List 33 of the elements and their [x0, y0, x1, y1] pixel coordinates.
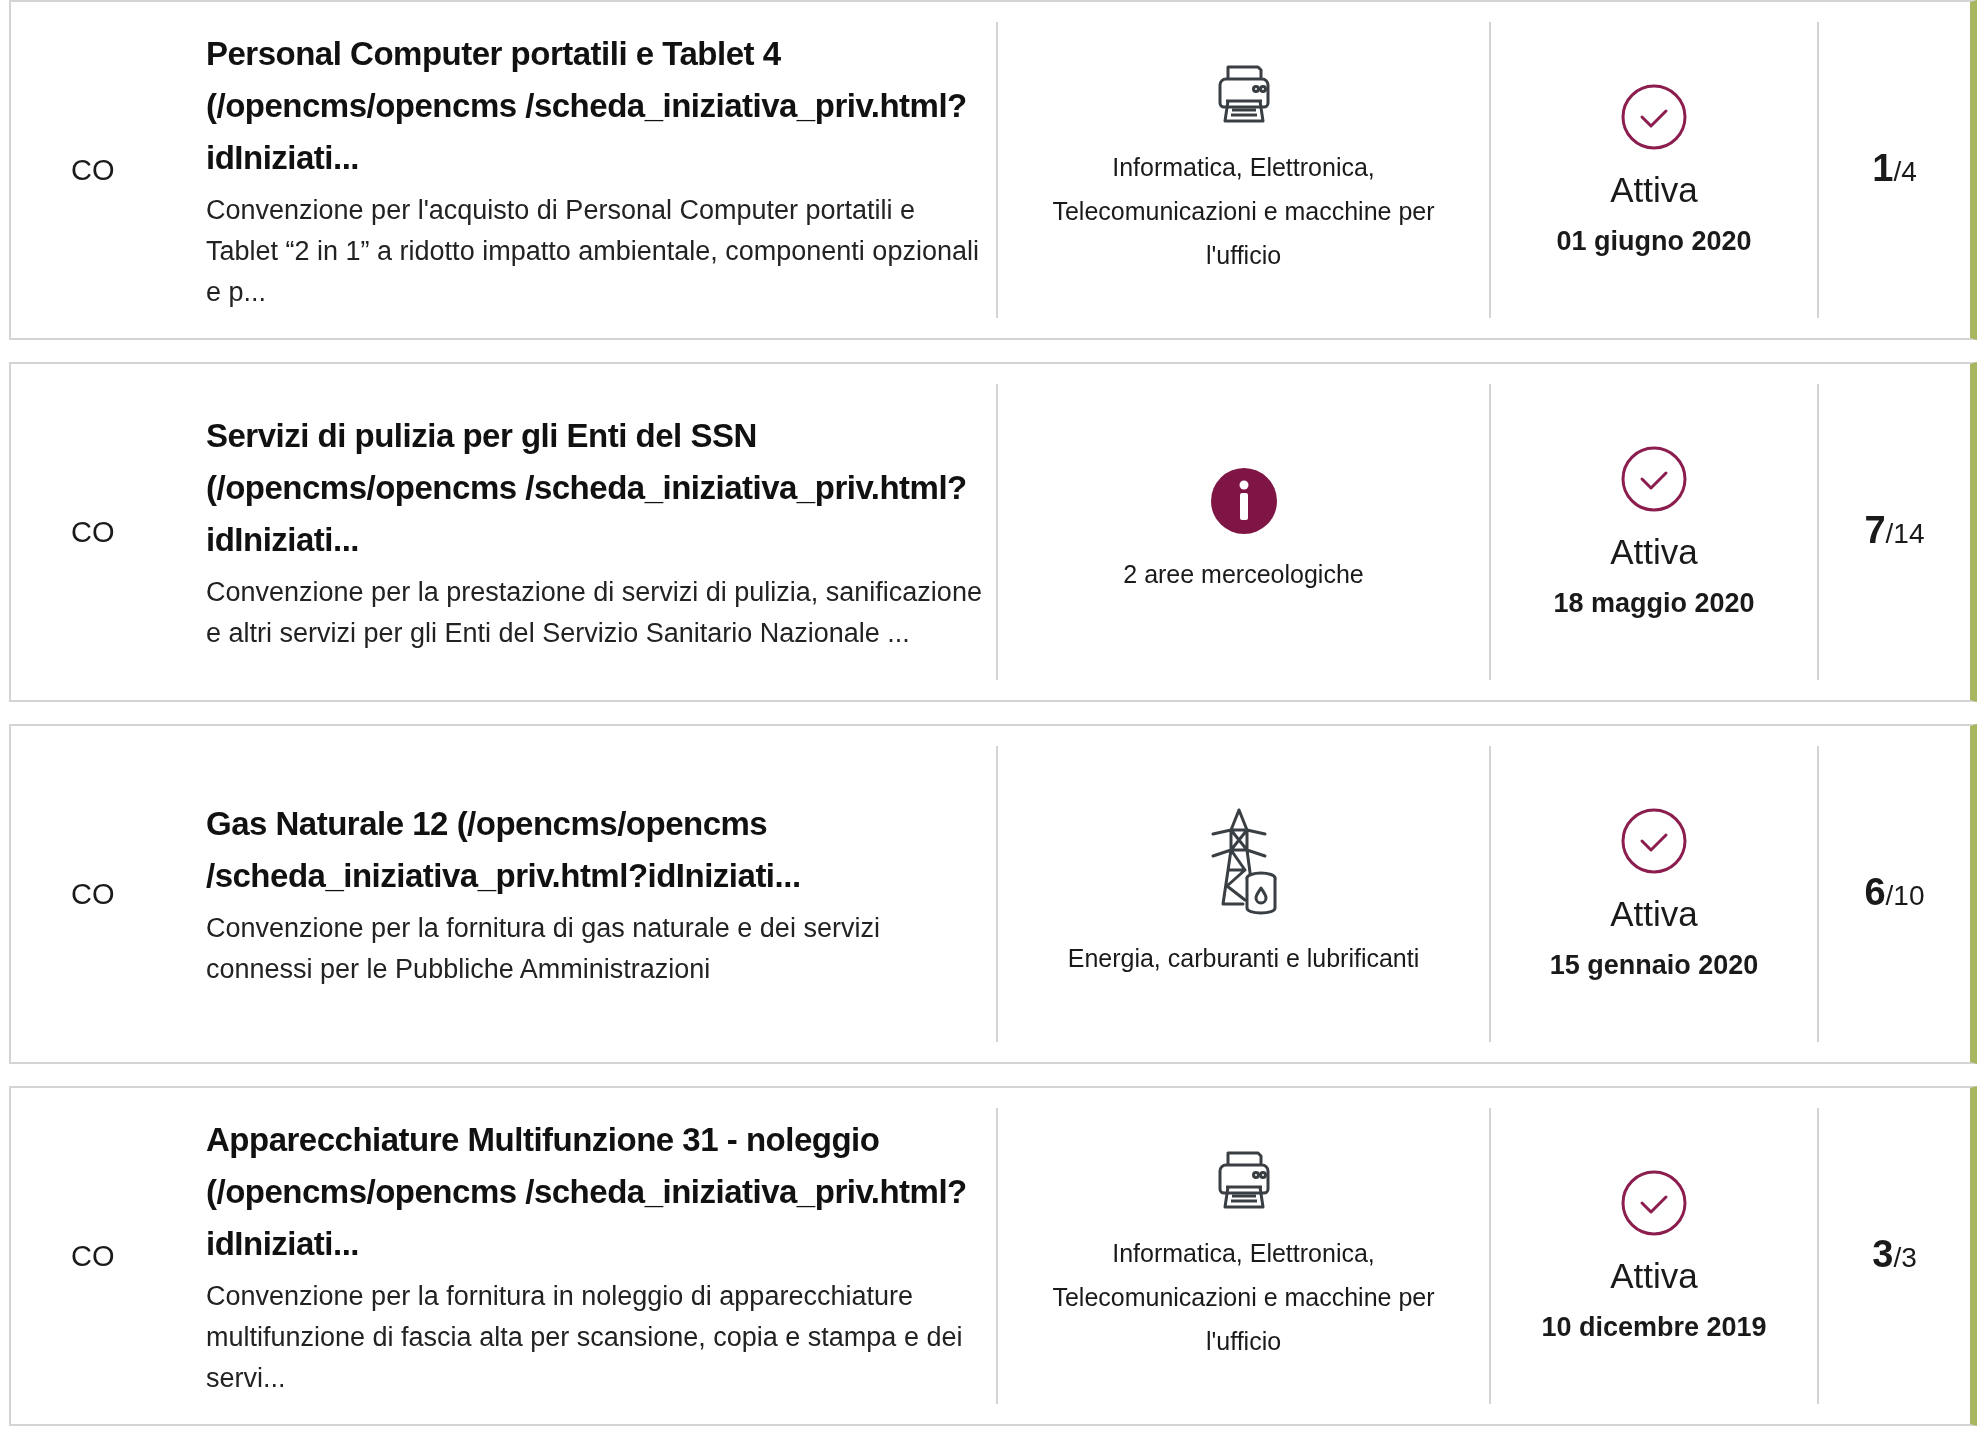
check-circle-icon: [1621, 445, 1687, 512]
status-date: 18 maggio 2020: [1553, 587, 1755, 619]
lot-count: 1/4: [1872, 147, 1917, 190]
type-code: CO: [71, 515, 115, 549]
initiative-description: Convenzione per la fornitura in noleggio di apparecchiature multifunzione di fascia alta per scansione, copia e stampa e dei servi...: [206, 1279, 964, 1395]
status-date: 10 dicembre 2019: [1541, 1311, 1767, 1343]
lot-count: 3/3: [1872, 1233, 1917, 1276]
check-circle-icon: [1621, 807, 1687, 874]
type-code: CO: [71, 1239, 115, 1273]
type-code: CO: [71, 877, 115, 911]
check-circle-icon: [1621, 1169, 1687, 1236]
category-label: Informatica, Elettronica, Telecomunicazioni e macchine per l'ufficio: [1051, 152, 1436, 271]
initiative-title-link[interactable]: Personal Computer portatili e Tablet 4 (/opencms/opencms /scheda_iniziativa_priv.html?idIniziati...: [206, 27, 986, 184]
category-label: 2 aree merceologiche: [1122, 559, 1365, 590]
initiative-title-link[interactable]: Servizi di pulizia per gli Enti del SSN (/opencms/opencms /scheda_iniziativa_priv.html?idIniziati...: [206, 410, 986, 566]
category-label: Energia, carburanti e lubrificanti: [1066, 943, 1421, 974]
lot-count: 6/10: [1864, 871, 1925, 914]
status-label: Attiva: [1610, 531, 1698, 572]
initiative-description: Convenzione per l'acquisto di Personal Computer portatili e Tablet “2 in 1” a ridotto impatto ambientale, componenti opzionali e p...: [206, 193, 980, 309]
category-label: Informatica, Elettronica, Telecomunicazioni e macchine per l'ufficio: [1051, 1238, 1436, 1357]
status-label: Attiva: [1610, 1255, 1698, 1296]
lot-count: 7/14: [1864, 509, 1925, 552]
check-circle-icon: [1621, 83, 1687, 150]
info-icon: [1210, 468, 1277, 534]
status-date: 01 giugno 2020: [1556, 225, 1752, 257]
status-label: Attiva: [1610, 169, 1698, 210]
initiative-title-link[interactable]: Apparecchiature Multifunzione 31 - noleggio (/opencms/opencms /scheda_iniziativa_priv.html?idIniziati...: [206, 1113, 986, 1270]
initiative-description: Convenzione per la prestazione di servizi di pulizia, sanificazione e altri servizi per gli Enti del Servizio Sanitario Nazionale ...: [206, 576, 983, 650]
initiative-description: Convenzione per la fornitura di gas naturale e dei servizi connessi per le Pubbliche Amministrazioni: [206, 912, 881, 986]
status-date: 15 gennaio 2020: [1549, 949, 1759, 981]
type-code: CO: [71, 153, 115, 187]
status-label: Attiva: [1610, 893, 1698, 934]
initiative-title-link[interactable]: Gas Naturale 12 (/opencms/opencms /scheda_iniziativa_priv.html?idIniziati...: [206, 798, 986, 902]
